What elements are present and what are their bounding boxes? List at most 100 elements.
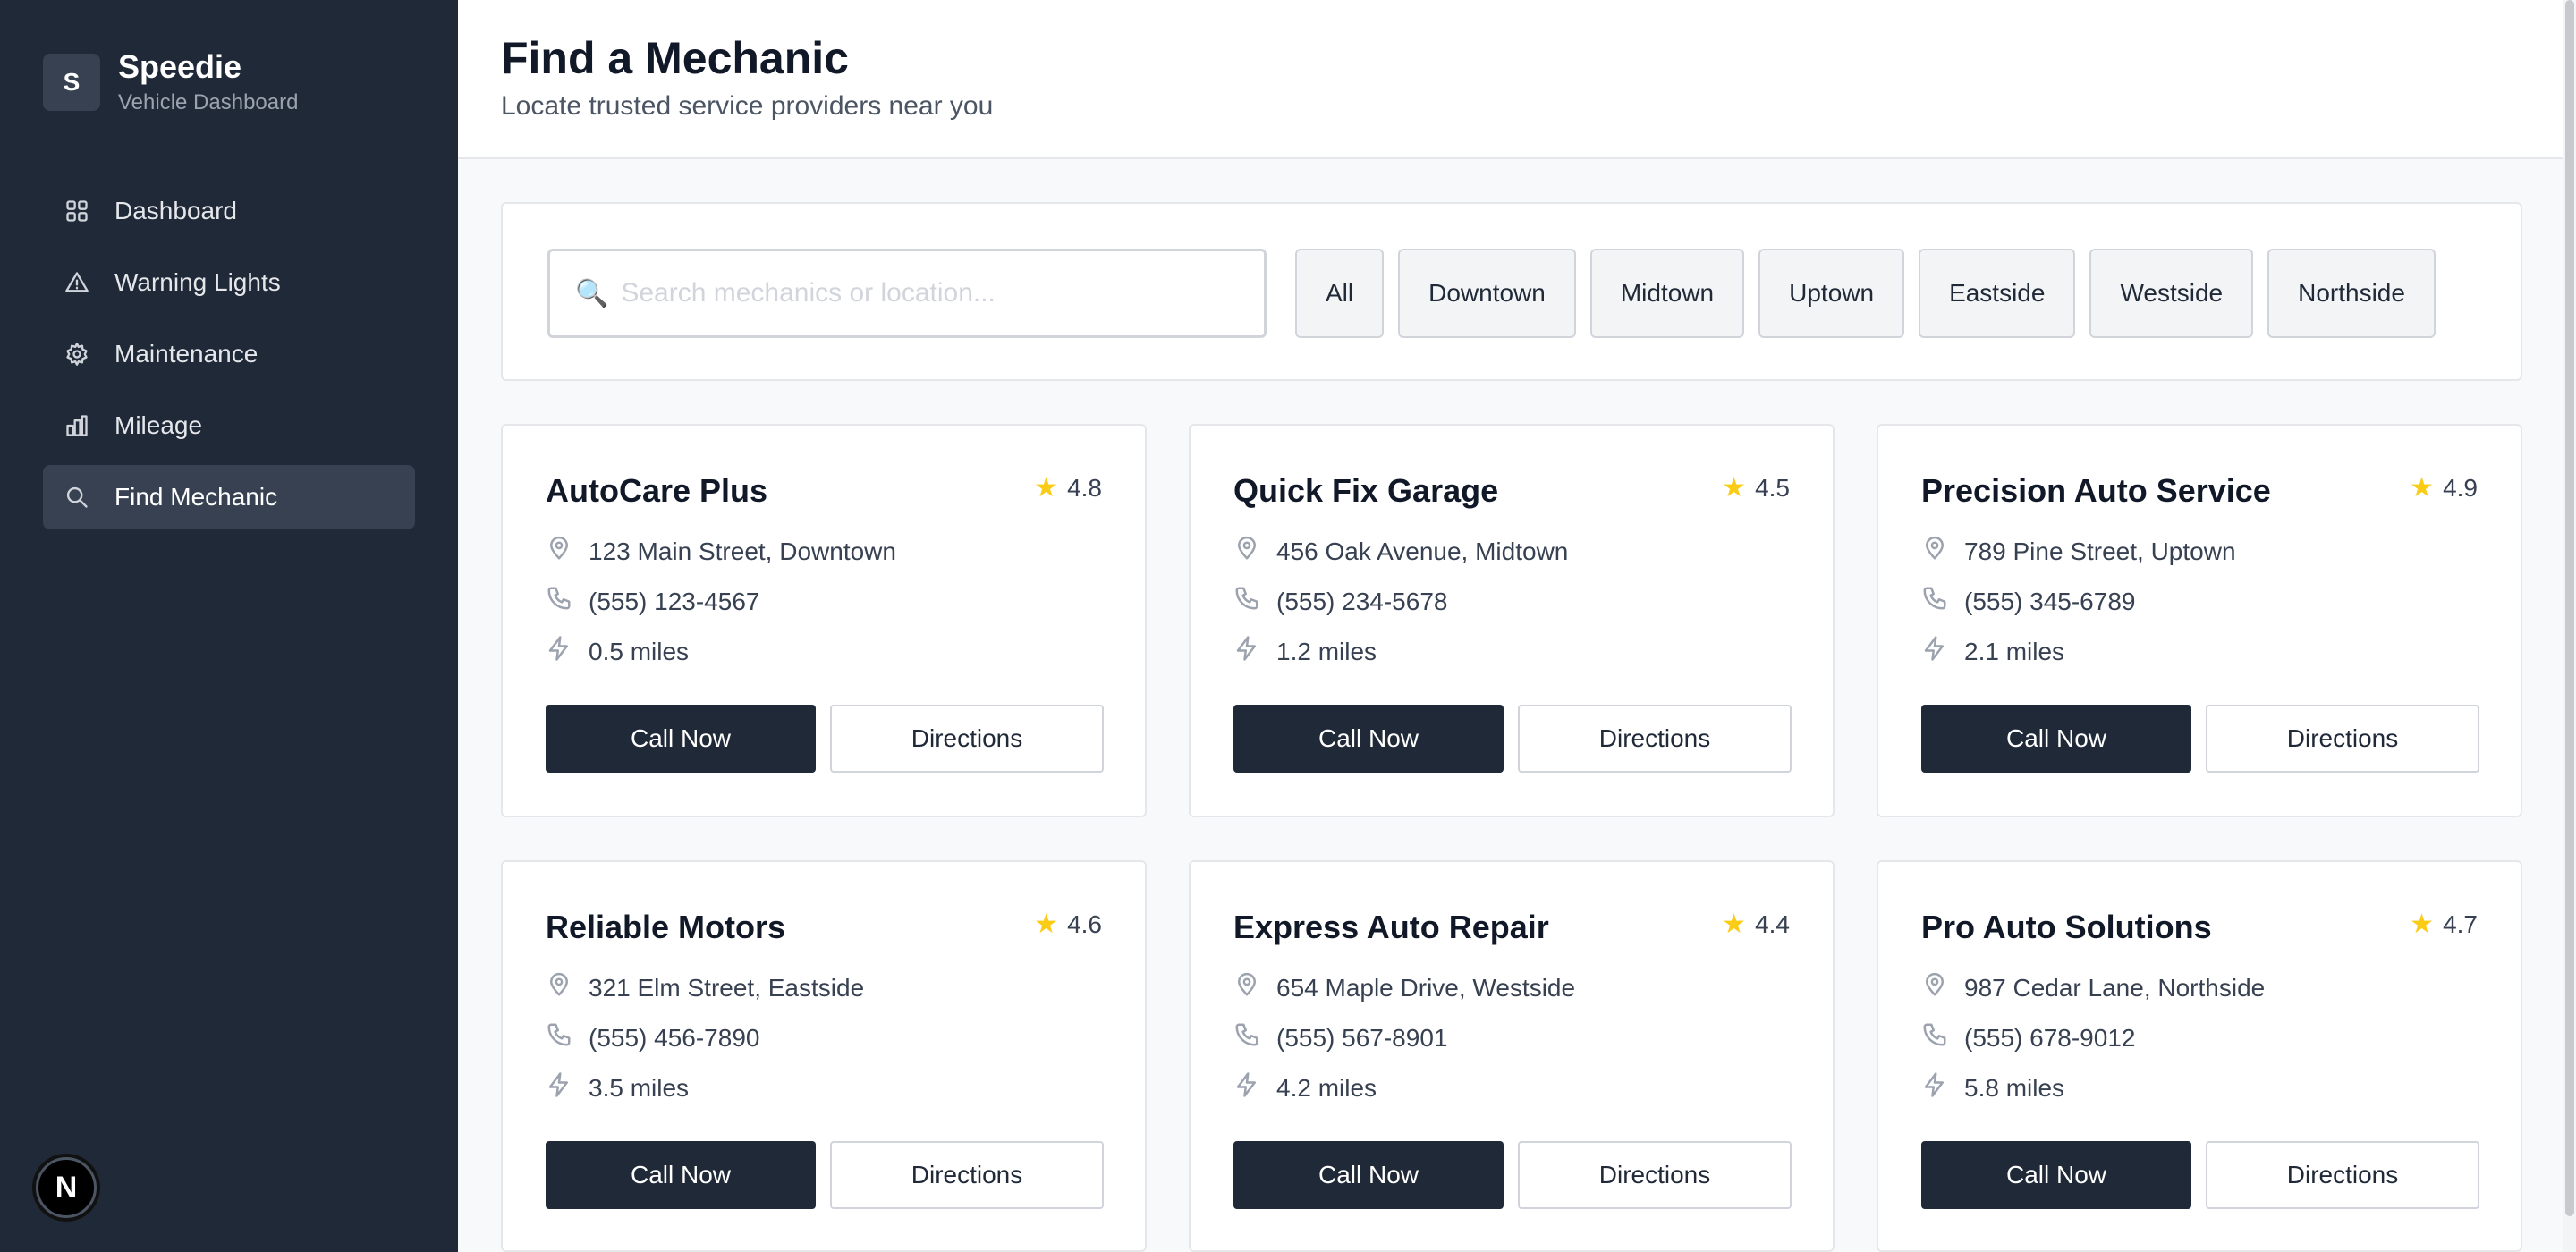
grid-icon	[64, 199, 89, 224]
mechanic-phone: (555) 456-7890	[589, 1023, 760, 1052]
mechanic-phone: (555) 678-9012	[1964, 1023, 2136, 1052]
distance-row: 2.1 miles	[1921, 635, 2064, 668]
mechanic-address: 456 Oak Avenue, Midtown	[1276, 537, 1569, 565]
mechanic-phone: (555) 234-5678	[1276, 587, 1448, 615]
sidebar-nav: Dashboard Warning Lights Maintenance Mil…	[43, 179, 415, 537]
mechanic-card: Quick Fix Garage ★ 4.5 456 Oak Avenue, M…	[1189, 424, 1835, 817]
filter-downtown[interactable]: Downtown	[1398, 249, 1576, 338]
search-input[interactable]	[621, 278, 1248, 309]
rating: ★ 4.5	[1722, 472, 1790, 503]
address-row: 654 Maple Drive, Westside	[1233, 971, 1575, 1004]
location-pin-icon	[1233, 971, 1276, 1004]
mechanic-distance: 1.2 miles	[1276, 637, 1377, 665]
mechanic-card: Express Auto Repair ★ 4.4 654 Maple Driv…	[1189, 860, 1835, 1252]
filter-midtown[interactable]: Midtown	[1589, 249, 1745, 338]
mechanic-distance: 5.8 miles	[1964, 1073, 2065, 1102]
rating: ★ 4.7	[2410, 909, 2478, 940]
rating-value: 4.4	[1755, 909, 1790, 938]
sidebar-item-maintenance[interactable]: Maintenance	[43, 322, 415, 386]
directions-button[interactable]: Directions	[830, 1141, 1104, 1209]
next-dev-badge[interactable]: N	[36, 1157, 97, 1218]
star-icon: ★	[2410, 473, 2435, 503]
rating-value: 4.9	[2443, 473, 2478, 502]
directions-button[interactable]: Directions	[2206, 1141, 2479, 1209]
rating-value: 4.7	[2443, 909, 2478, 938]
bar-chart-icon	[64, 413, 89, 438]
sidebar-item-warning-lights[interactable]: Warning Lights	[43, 250, 415, 315]
warning-triangle-icon	[64, 270, 89, 295]
distance-row: 5.8 miles	[1921, 1071, 2064, 1104]
call-now-button[interactable]: Call Now	[546, 1141, 816, 1209]
scrollbar-thumb[interactable]	[2565, 0, 2574, 1216]
mechanic-phone: (555) 123-4567	[589, 587, 760, 615]
search-box[interactable]: 🔍	[547, 249, 1267, 338]
mechanic-name: AutoCare Plus	[546, 472, 768, 509]
mechanic-distance: 2.1 miles	[1964, 637, 2065, 665]
phone-row: (555) 456-7890	[546, 1021, 759, 1054]
phone-row: (555) 567-8901	[1233, 1021, 1447, 1054]
rating-value: 4.8	[1067, 473, 1102, 502]
call-now-button[interactable]: Call Now	[1233, 705, 1504, 773]
mechanic-address: 123 Main Street, Downtown	[589, 537, 896, 565]
call-now-button[interactable]: Call Now	[546, 705, 816, 773]
lightning-icon	[1233, 1071, 1276, 1104]
mechanic-name: Pro Auto Solutions	[1921, 909, 2212, 945]
distance-row: 1.2 miles	[1233, 635, 1377, 668]
mechanic-name: Quick Fix Garage	[1233, 472, 1499, 509]
phone-icon	[1921, 585, 1964, 618]
location-pin-icon	[546, 535, 589, 568]
filter-westside[interactable]: Westside	[2089, 249, 2254, 338]
filter-panel: 🔍 All Downtown Midtown Uptown Eastside W…	[501, 202, 2522, 381]
sidebar-item-label: Warning Lights	[114, 268, 281, 296]
mechanic-address: 654 Maple Drive, Westside	[1276, 973, 1576, 1002]
sidebar-item-mileage[interactable]: Mileage	[43, 393, 415, 458]
mechanic-name: Precision Auto Service	[1921, 472, 2271, 509]
mechanic-distance: 3.5 miles	[589, 1073, 690, 1102]
rating: ★ 4.6	[1034, 909, 1102, 940]
mechanic-card: AutoCare Plus ★ 4.8 123 Main Street, Dow…	[501, 424, 1147, 817]
filter-all[interactable]: All	[1295, 249, 1385, 338]
phone-icon	[546, 585, 589, 618]
mechanic-phone: (555) 345-6789	[1964, 587, 2136, 615]
rating: ★ 4.4	[1722, 909, 1790, 940]
mechanic-distance: 4.2 miles	[1276, 1073, 1377, 1102]
location-filters: All Downtown Midtown Uptown Eastside Wes…	[1295, 249, 2450, 338]
call-now-button[interactable]: Call Now	[1233, 1141, 1504, 1209]
call-now-button[interactable]: Call Now	[1921, 1141, 2191, 1209]
page-header: Find a Mechanic Locate trusted service p…	[458, 0, 2563, 159]
location-pin-icon	[1921, 971, 1964, 1004]
phone-icon	[1233, 585, 1276, 618]
filter-northside[interactable]: Northside	[2267, 249, 2436, 338]
rating-value: 4.5	[1755, 473, 1790, 502]
call-now-button[interactable]: Call Now	[1921, 705, 2191, 773]
phone-row: (555) 345-6789	[1921, 585, 2135, 618]
address-row: 987 Cedar Lane, Northside	[1921, 971, 2265, 1004]
lightning-icon	[546, 635, 589, 668]
phone-row: (555) 678-9012	[1921, 1021, 2135, 1054]
sidebar-item-label: Maintenance	[114, 340, 258, 368]
sidebar-item-dashboard[interactable]: Dashboard	[43, 179, 415, 243]
brand[interactable]: S Speedie Vehicle Dashboard	[43, 48, 298, 116]
mechanic-phone: (555) 567-8901	[1276, 1023, 1448, 1052]
directions-button[interactable]: Directions	[1518, 1141, 1792, 1209]
star-icon: ★	[1034, 909, 1059, 939]
distance-row: 0.5 miles	[546, 635, 689, 668]
directions-button[interactable]: Directions	[2206, 705, 2479, 773]
sidebar-item-label: Dashboard	[114, 197, 237, 224]
page-title: Find a Mechanic	[501, 33, 849, 83]
filter-eastside[interactable]: Eastside	[1919, 249, 2076, 338]
star-icon: ★	[1722, 909, 1747, 939]
sidebar: S Speedie Vehicle Dashboard Dashboard Wa…	[0, 0, 458, 1252]
location-pin-icon	[546, 971, 589, 1004]
gear-icon	[64, 342, 89, 367]
sidebar-item-find-mechanic[interactable]: Find Mechanic	[43, 465, 415, 529]
directions-button[interactable]: Directions	[830, 705, 1104, 773]
page-subtitle: Locate trusted service providers near yo…	[501, 91, 994, 121]
star-icon: ★	[2410, 909, 2435, 939]
filter-uptown[interactable]: Uptown	[1758, 249, 1905, 338]
rating: ★ 4.8	[1034, 472, 1102, 503]
directions-button[interactable]: Directions	[1518, 705, 1792, 773]
sidebar-item-label: Mileage	[114, 411, 203, 439]
lightning-icon	[1921, 635, 1964, 668]
brand-subtitle: Vehicle Dashboard	[118, 90, 299, 114]
